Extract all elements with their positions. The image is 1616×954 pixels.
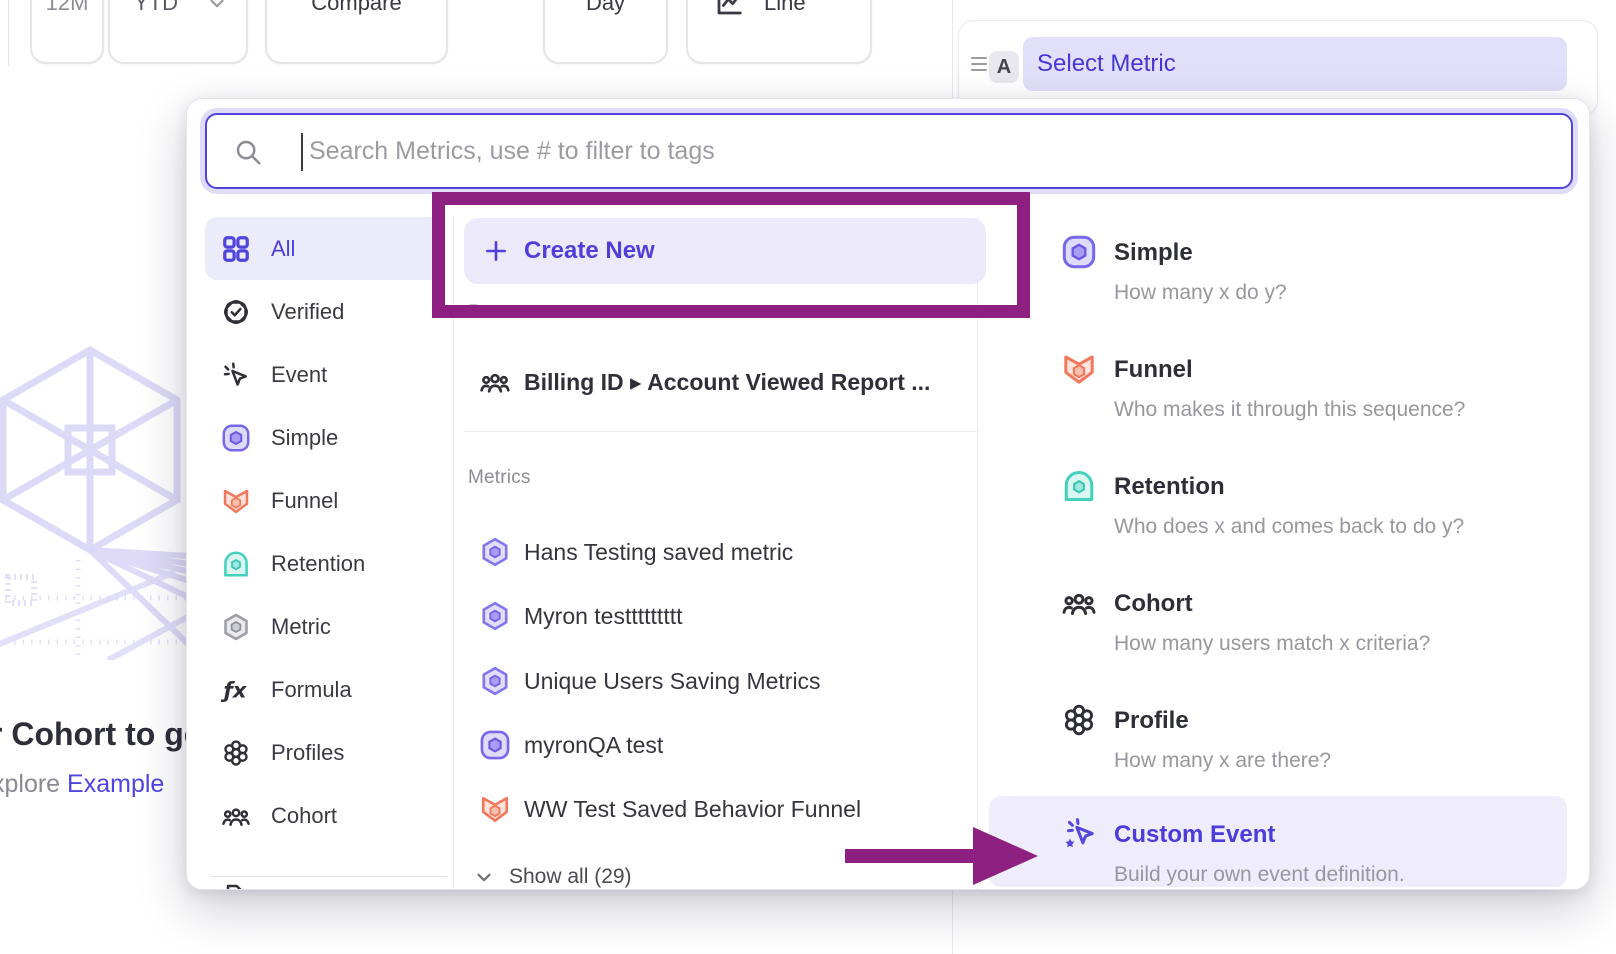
compare-label: Compare xyxy=(267,0,446,16)
simple-metric-icon xyxy=(221,423,251,453)
drag-handle-icon[interactable] xyxy=(971,57,987,71)
app-root: 12M YTD Compare Day Line r Cohort to ge xyxy=(0,0,1616,954)
metric-hexagon-icon xyxy=(221,612,251,642)
metric-type-cohort[interactable]: Cohort How many users match x criteria? xyxy=(1061,585,1561,685)
row-letter-badge: A xyxy=(989,51,1019,83)
metrics-header: Metrics xyxy=(468,467,531,489)
sidebar-item-formula[interactable]: Formula xyxy=(205,658,445,721)
rail-divider xyxy=(211,876,447,877)
metric-type-simple[interactable]: Simple How many x do y? xyxy=(1061,234,1561,334)
event-cursor-icon xyxy=(221,360,251,390)
funnel-icon xyxy=(221,486,251,516)
sidebar-item-verified[interactable]: Verified xyxy=(205,280,445,343)
chart-type-line-label: Line xyxy=(764,0,806,16)
grid-icon xyxy=(221,234,251,264)
simple-metric-icon xyxy=(1061,234,1097,270)
select-metric-button[interactable]: Select Metric xyxy=(1023,37,1567,91)
cohort-people-icon xyxy=(1061,585,1097,621)
profiles-flower-icon xyxy=(1061,702,1097,738)
metric-type-funnel[interactable]: Funnel Who makes it through this sequenc… xyxy=(1061,351,1561,451)
metric-type-custom-event[interactable]: Custom Event Build your own event defini… xyxy=(1061,816,1561,890)
saved-metric-icon xyxy=(479,665,511,697)
annotation-highlight-box xyxy=(432,192,1030,318)
sidebar-item-funnel[interactable]: Funnel xyxy=(205,469,445,532)
metric-item[interactable]: Unique Users Saving Metrics xyxy=(464,648,979,714)
metric-type-retention[interactable]: Retention Who does x and comes back to d… xyxy=(1061,468,1561,568)
metric-item[interactable]: Myron testtttttttt xyxy=(464,583,979,649)
metric-type-profile[interactable]: Profile How many x are there? xyxy=(1061,702,1561,802)
search-bar xyxy=(205,113,1573,189)
funnel-icon xyxy=(479,793,511,825)
interval-day-label: Day xyxy=(545,0,666,16)
range-ytd-button[interactable]: YTD xyxy=(108,0,248,64)
metric-item[interactable]: Hans Testing saved metric xyxy=(464,519,979,585)
chevron-down-icon xyxy=(473,866,495,888)
saved-metric-icon xyxy=(479,600,511,632)
example-link[interactable]: Example xyxy=(67,770,164,798)
explore-text: xplore xyxy=(0,770,60,798)
empty-state-subtext: xplore Example xyxy=(0,770,164,799)
custom-event-icon xyxy=(1061,816,1097,852)
line-chart-icon xyxy=(714,0,744,18)
interval-day-button[interactable]: Day xyxy=(543,0,668,64)
sidebar-item-all[interactable]: All xyxy=(205,217,445,280)
range-ytd-label: YTD xyxy=(134,0,178,16)
empty-state-heading: r Cohort to ge xyxy=(0,716,202,753)
profiles-flower-icon xyxy=(221,738,251,768)
cohort-people-icon xyxy=(221,801,251,831)
compare-button[interactable]: Compare xyxy=(265,0,448,64)
sidebar-item-simple[interactable]: Simple xyxy=(205,406,445,469)
sidebar-item-retention[interactable]: Retention xyxy=(205,532,445,595)
verified-badge-icon xyxy=(221,297,251,327)
sidebar-item-metric[interactable]: Metric xyxy=(205,595,445,658)
sidebar-item-profiles[interactable]: Profiles xyxy=(205,721,445,784)
sidebar-item-event[interactable]: Event xyxy=(205,343,445,406)
formula-icon xyxy=(221,675,251,705)
range-12m-label: 12M xyxy=(32,0,102,16)
filter-rail: All Verified Event Simple Funnel Retenti… xyxy=(205,217,445,847)
range-12m-button[interactable]: 12M xyxy=(30,0,104,64)
simple-metric-icon xyxy=(479,729,511,761)
metric-item[interactable]: myronQA test xyxy=(464,712,979,778)
section-divider xyxy=(464,431,979,432)
retention-icon xyxy=(1061,468,1097,504)
cohort-people-icon xyxy=(479,366,511,398)
search-input[interactable] xyxy=(207,115,1571,187)
recent-item-billing[interactable]: Billing ID ▸ Account Viewed Report ... xyxy=(464,349,979,415)
sidebar-item-cohort[interactable]: Cohort xyxy=(205,784,445,847)
saved-metric-icon xyxy=(479,536,511,568)
panel-edge-divider xyxy=(8,0,9,66)
funnel-icon xyxy=(1061,351,1097,387)
show-all-button[interactable]: Show all (29) xyxy=(464,851,864,890)
retention-icon xyxy=(221,549,251,579)
tag-icon[interactable] xyxy=(223,881,253,890)
chart-type-line-button[interactable]: Line xyxy=(686,0,872,64)
annotation-arrow xyxy=(845,822,1040,890)
chevron-down-icon xyxy=(206,0,228,14)
